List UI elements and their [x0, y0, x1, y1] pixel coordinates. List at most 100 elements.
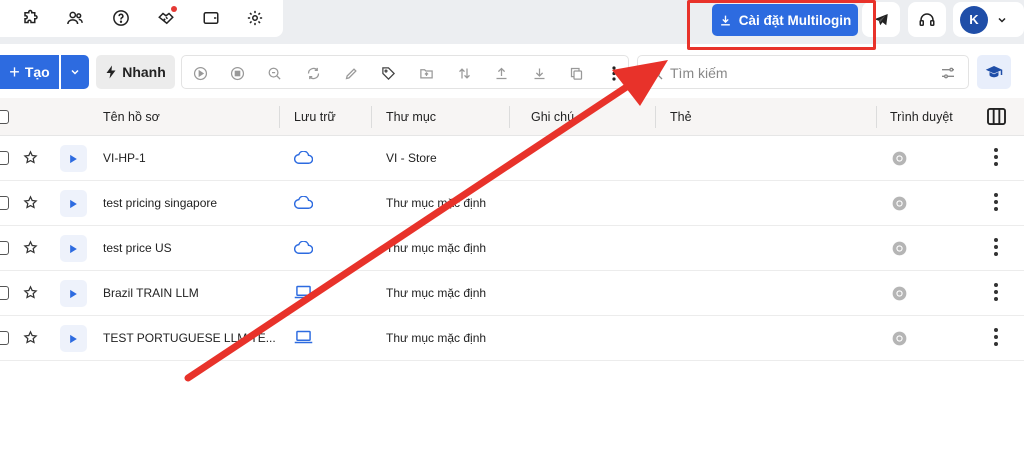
play-icon [70, 154, 77, 163]
row-more-icon[interactable] [993, 238, 999, 256]
launch-profile-button[interactable] [60, 190, 87, 217]
profile-folder: Thư mục mặc định [386, 196, 487, 210]
table-row[interactable]: test pricing singapore Thư mục mặc định [0, 181, 1024, 226]
table-row[interactable]: VI-HP-1 VI - Store [0, 136, 1024, 181]
row-more-icon[interactable] [993, 283, 999, 301]
browser-icon [892, 331, 907, 346]
upload-icon[interactable] [493, 65, 509, 81]
header-storage[interactable]: Lưu trữ [294, 110, 336, 124]
handshake-icon[interactable] [157, 6, 177, 27]
quick-create-button[interactable]: Nhanh [96, 55, 175, 89]
avatar: K [960, 5, 988, 34]
learning-center-button[interactable] [977, 55, 1011, 89]
wallet-icon[interactable] [202, 9, 220, 27]
chevron-down-icon [998, 17, 1006, 23]
create-button-label: Tạo [24, 64, 50, 80]
row-more-icon[interactable] [993, 193, 999, 211]
more-icon[interactable] [606, 65, 622, 81]
cloud-icon [293, 195, 314, 214]
telegram-icon [874, 13, 888, 25]
install-multilogin-button[interactable]: Cài đặt Multilogin [712, 4, 858, 36]
launch-profile-button[interactable] [60, 325, 87, 352]
table-header: Tên hồ sơ Lưu trữ Thư mục Ghi chú Thẻ Tr… [0, 98, 1024, 136]
column-divider[interactable] [655, 106, 656, 128]
column-divider[interactable] [876, 106, 877, 128]
notification-dot [171, 6, 177, 12]
users-icon[interactable] [66, 9, 84, 27]
column-divider[interactable] [509, 106, 510, 128]
profile-name[interactable]: test price US [103, 241, 172, 255]
row-more-icon[interactable] [993, 148, 999, 166]
help-icon[interactable] [112, 9, 130, 27]
profile-name[interactable]: test pricing singapore [103, 196, 217, 210]
install-button-label: Cài đặt Multilogin [738, 12, 852, 28]
profile-name[interactable]: VI-HP-1 [103, 151, 146, 165]
cloud-icon [293, 240, 314, 259]
account-menu[interactable]: K [953, 2, 1024, 37]
browser-icon [892, 196, 907, 211]
play-icon[interactable] [192, 65, 208, 81]
chevron-down-icon [71, 69, 79, 75]
telegram-button[interactable] [862, 2, 900, 37]
play-icon [70, 289, 77, 298]
row-checkbox[interactable] [0, 286, 9, 300]
cloud-icon [293, 150, 314, 169]
download-icon [720, 15, 730, 26]
star-icon[interactable] [23, 330, 38, 350]
tag-icon[interactable] [380, 65, 396, 81]
gear-icon[interactable] [246, 9, 264, 27]
refresh-icon[interactable] [305, 65, 321, 81]
play-icon [70, 199, 77, 208]
column-divider[interactable] [371, 106, 372, 128]
search-input[interactable] [670, 63, 940, 83]
filter-icon[interactable] [940, 65, 956, 81]
header-tags[interactable]: Thẻ [670, 110, 692, 124]
folder-move-icon[interactable] [418, 65, 434, 81]
table-row[interactable]: Brazil TRAIN LLM Thư mục mặc định [0, 271, 1024, 316]
header-browser[interactable]: Trình duyệt [890, 110, 953, 124]
header-folder[interactable]: Thư mục [386, 110, 436, 124]
header-name[interactable]: Tên hồ sơ [103, 110, 160, 124]
support-button[interactable] [908, 2, 946, 37]
zoom-icon[interactable] [266, 65, 282, 81]
profile-name[interactable]: TEST PORTUGUESE LLM TE... [103, 331, 276, 345]
header-notes[interactable]: Ghi chú [531, 110, 574, 124]
star-icon[interactable] [23, 285, 38, 305]
row-checkbox[interactable] [0, 196, 9, 210]
create-dropdown-button[interactable] [61, 55, 89, 89]
play-icon [70, 334, 77, 343]
star-icon[interactable] [23, 150, 38, 170]
copy-icon[interactable] [568, 65, 584, 81]
profile-action-bar [181, 55, 629, 89]
row-more-icon[interactable] [993, 328, 999, 346]
select-all-checkbox[interactable] [0, 110, 9, 124]
table-row[interactable]: test price US Thư mục mặc định [0, 226, 1024, 271]
profile-name[interactable]: Brazil TRAIN LLM [103, 286, 199, 300]
transfer-icon[interactable] [456, 65, 472, 81]
top-bar: Cài đặt Multilogin K [0, 0, 1024, 44]
puzzle-icon[interactable] [22, 9, 40, 27]
browser-icon [892, 151, 907, 166]
profile-folder: Thư mục mặc định [386, 286, 487, 300]
laptop-icon [294, 330, 313, 349]
row-checkbox[interactable] [0, 331, 9, 345]
lightning-icon [106, 65, 116, 79]
row-checkbox[interactable] [0, 151, 9, 165]
columns-settings-icon[interactable] [987, 108, 1006, 130]
quick-button-label: Nhanh [122, 64, 166, 80]
table-row[interactable]: TEST PORTUGUESE LLM TE... Thư mục mặc đị… [0, 316, 1024, 361]
download-icon[interactable] [531, 65, 547, 81]
create-button[interactable]: + Tạo [0, 55, 59, 89]
top-nav-icons [0, 0, 283, 37]
launch-profile-button[interactable] [60, 145, 87, 172]
graduation-cap-icon [985, 66, 1003, 78]
search-icon [649, 66, 663, 80]
row-checkbox[interactable] [0, 241, 9, 255]
pencil-icon[interactable] [343, 65, 359, 81]
star-icon[interactable] [23, 240, 38, 260]
star-icon[interactable] [23, 195, 38, 215]
launch-profile-button[interactable] [60, 235, 87, 262]
launch-profile-button[interactable] [60, 280, 87, 307]
stop-icon[interactable] [229, 65, 245, 81]
column-divider[interactable] [279, 106, 280, 128]
